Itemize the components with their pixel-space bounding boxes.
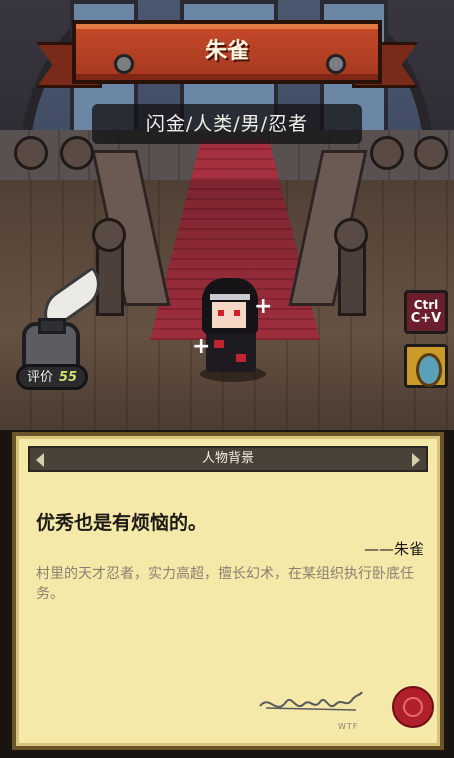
sparkle-icon: + — [192, 334, 211, 359]
character-background-panel: 人物背景 优秀也是有烦恼的。 ——朱雀 村里的天才忍者，实力高超，擅长幻术，在某… — [12, 432, 444, 750]
signature-icon — [259, 691, 363, 711]
arrow-right-icon — [412, 453, 420, 467]
sparkle-icon: + — [254, 294, 273, 319]
sprite-eye — [234, 310, 240, 316]
copy-button[interactable]: Ctrl C+V — [404, 290, 448, 334]
sprite-headband — [210, 294, 250, 300]
sprite-eye — [218, 310, 224, 316]
wax-seal-icon — [392, 686, 434, 728]
character-description: 村里的天才忍者，实力高超，擅长幻术，在某组织执行卧底任务。 — [36, 566, 414, 602]
railing-knob — [414, 136, 448, 170]
mirror-button[interactable] — [404, 344, 448, 388]
cloak-cloud-pattern — [236, 354, 246, 362]
rating-widget[interactable]: 评价 55 — [10, 266, 111, 390]
rating-badge: 评价 55 — [16, 364, 88, 390]
panel-title: 人物背景 — [201, 451, 254, 466]
railing-knob — [92, 218, 126, 252]
rating-score: 55 — [59, 370, 78, 385]
railing-knob — [334, 218, 368, 252]
mirror-icon — [416, 353, 442, 387]
sprite-cloak — [206, 330, 256, 372]
panel-header: 人物背景 — [28, 446, 428, 472]
signature-mark: WTF — [338, 722, 359, 731]
quote-author: ——朱雀 — [363, 540, 424, 558]
railing-knob — [60, 136, 94, 170]
copy-button-line2: C+V — [410, 311, 442, 326]
rating-label: 评价 — [27, 370, 54, 385]
name-ribbon: 朱雀 — [36, 12, 418, 94]
character-tags: 闪金/人类/男/忍者 — [92, 104, 362, 144]
character-quote: 优秀也是有烦恼的。 — [36, 512, 208, 534]
copy-button-line1: Ctrl — [413, 298, 439, 312]
railing-knob — [370, 136, 404, 170]
cloak-cloud-pattern — [214, 340, 224, 348]
railing-knob — [14, 136, 48, 170]
character-name: 朱雀 — [204, 39, 249, 64]
